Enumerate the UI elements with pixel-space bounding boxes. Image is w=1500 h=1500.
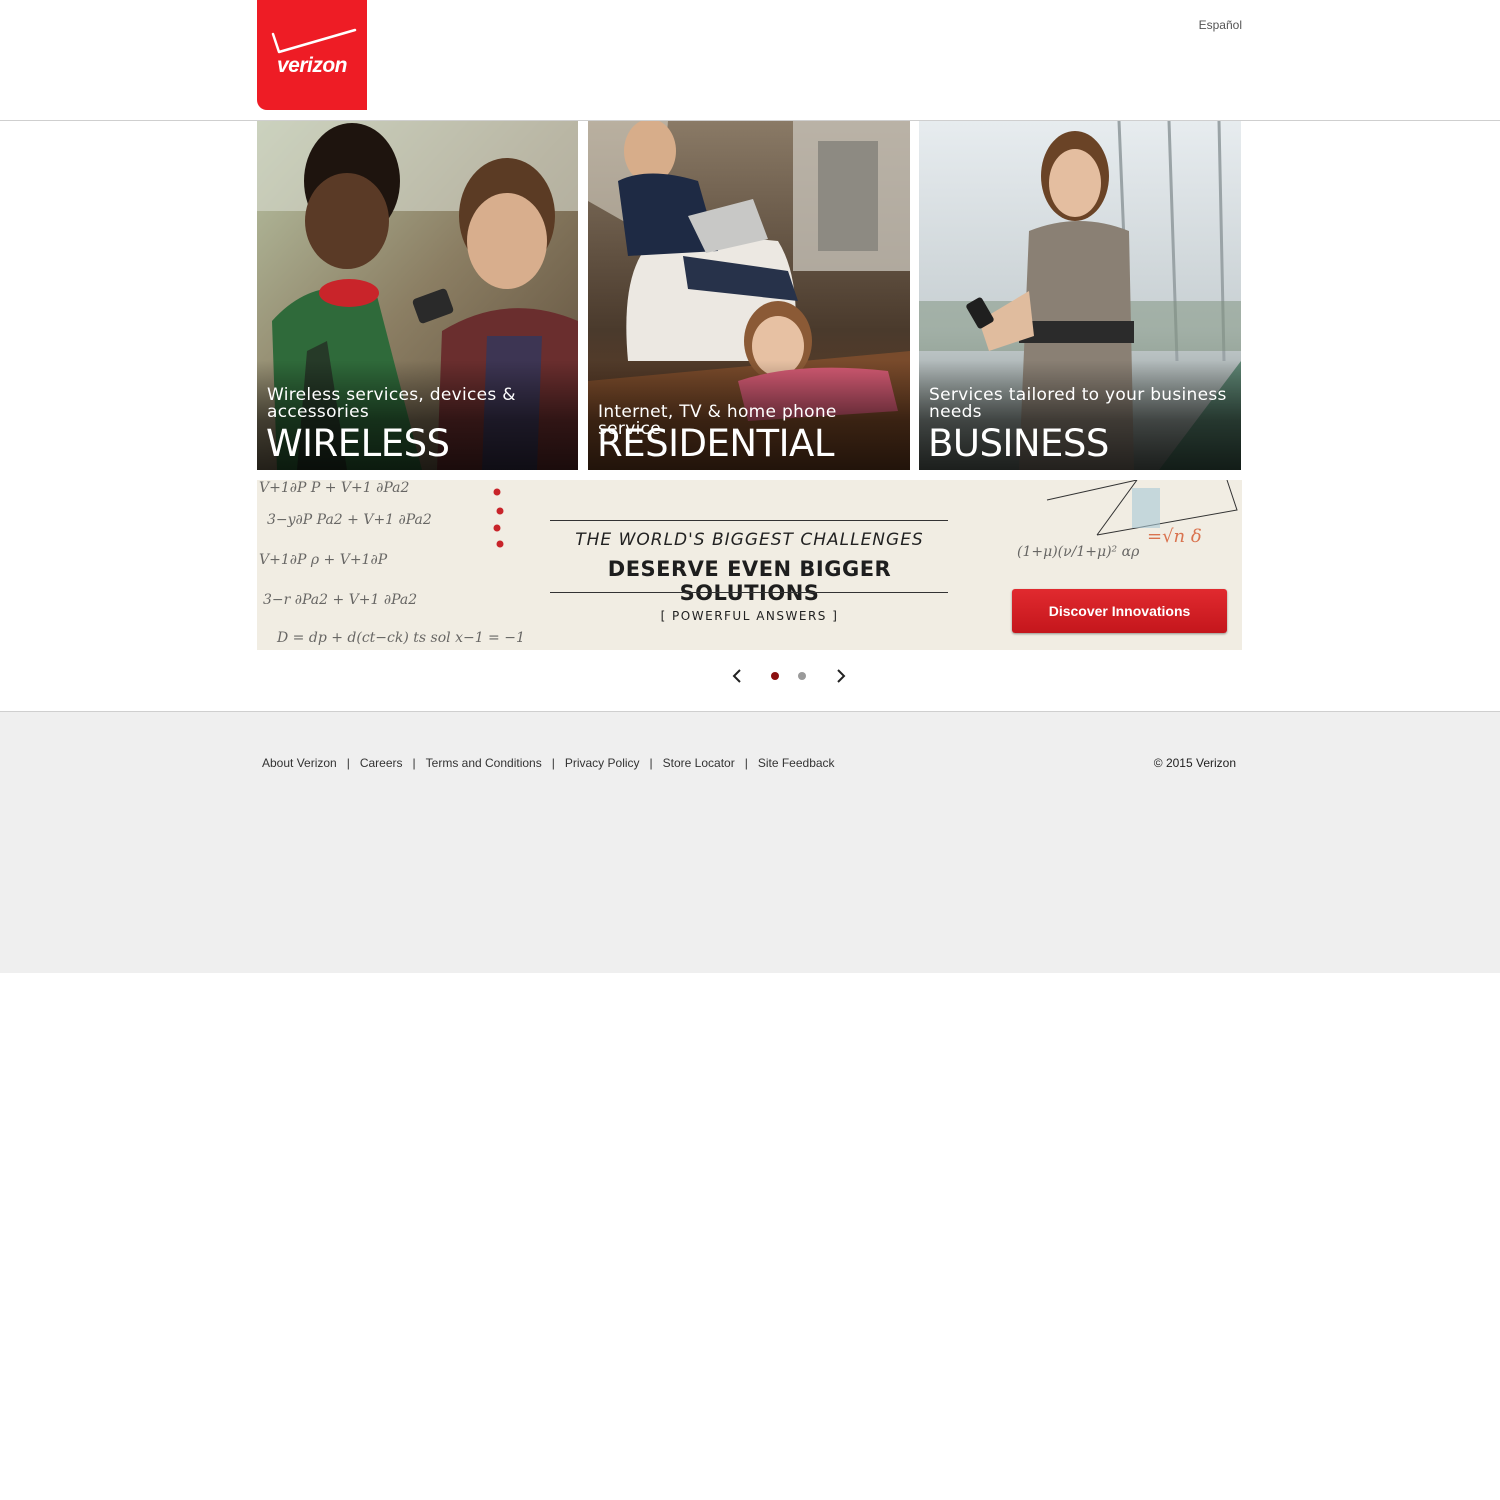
tile-wireless-subtitle: Wireless services, devices & accessories (267, 385, 516, 422)
banner-tagline: [ POWERFUL ANSWERS ] (660, 609, 839, 623)
tile-wireless-title: WIRELESS (266, 422, 450, 465)
footer-separator: | (744, 756, 748, 770)
verizon-logo[interactable]: verizon (257, 0, 367, 110)
language-link-espanol[interactable]: Español (1199, 18, 1242, 32)
footer-link-about[interactable]: About Verizon (262, 756, 337, 770)
promo-banner[interactable]: V+1∂P P + V+1 ∂Pa2 3−y∂P Pa2 + V+1 ∂Pa2 … (257, 480, 1242, 650)
tile-business-subtitle: Services tailored to your business needs (929, 385, 1227, 422)
copyright: © 2015 Verizon (1153, 756, 1236, 770)
tile-residential[interactable]: Internet, TV & home phone service RESIDE… (588, 121, 910, 470)
carousel-dot-1[interactable] (771, 672, 779, 680)
footer-link-careers[interactable]: Careers (360, 756, 403, 770)
carousel-prev-icon[interactable] (729, 667, 745, 685)
dot-cluster (493, 488, 504, 548)
footer-link-store-locator[interactable]: Store Locator (663, 756, 735, 770)
footer-link-terms[interactable]: Terms and Conditions (426, 756, 542, 770)
math-scribble: 3−r ∂Pa2 + V+1 ∂Pa2 (263, 592, 418, 608)
site-header: verizon Español (0, 0, 1500, 121)
tile-business-title: BUSINESS (928, 422, 1109, 465)
carousel-dot-2[interactable] (798, 672, 806, 680)
footer-separator: | (649, 756, 653, 770)
discover-innovations-button[interactable]: Discover Innovations (1012, 589, 1227, 633)
tile-residential-title: RESIDENTIAL (597, 422, 834, 465)
math-scribble: (1+μ)(ν/1+μ)² αρ (1017, 544, 1140, 560)
tile-wireless[interactable]: Wireless services, devices & accessories… (257, 121, 578, 470)
math-scribble: 3−y∂P Pa2 + V+1 ∂Pa2 (267, 512, 432, 528)
footer-links: About Verizon | Careers | Terms and Conditio… (262, 756, 835, 770)
divider (550, 520, 948, 521)
footer-link-site-feedback[interactable]: Site Feedback (758, 756, 835, 770)
geometry-sketch (1046, 480, 1238, 536)
site-footer: About Verizon | Careers | Terms and Conditio… (0, 711, 1500, 973)
math-scribble: V+1∂P ρ + V+1∂P (259, 552, 388, 568)
banner-headline-top: THE WORLD'S BIGGEST CHALLENGES (575, 530, 924, 550)
footer-separator: | (551, 756, 555, 770)
carousel-next-icon[interactable] (833, 667, 849, 685)
footer-separator: | (412, 756, 416, 770)
logo-wordmark: verizon (276, 54, 348, 77)
math-scribble: V+1∂P P + V+1 ∂Pa2 (259, 480, 410, 496)
math-scribble: D = dp + d(ct−ck) ts sol x−1 = −1 (277, 630, 525, 646)
banner-headline-main: DESERVE EVEN BIGGER SOLUTIONS (607, 557, 892, 605)
tile-business[interactable]: Services tailored to your business needs… (919, 121, 1241, 470)
footer-link-privacy[interactable]: Privacy Policy (565, 756, 640, 770)
footer-separator: | (346, 756, 350, 770)
divider (550, 592, 948, 593)
